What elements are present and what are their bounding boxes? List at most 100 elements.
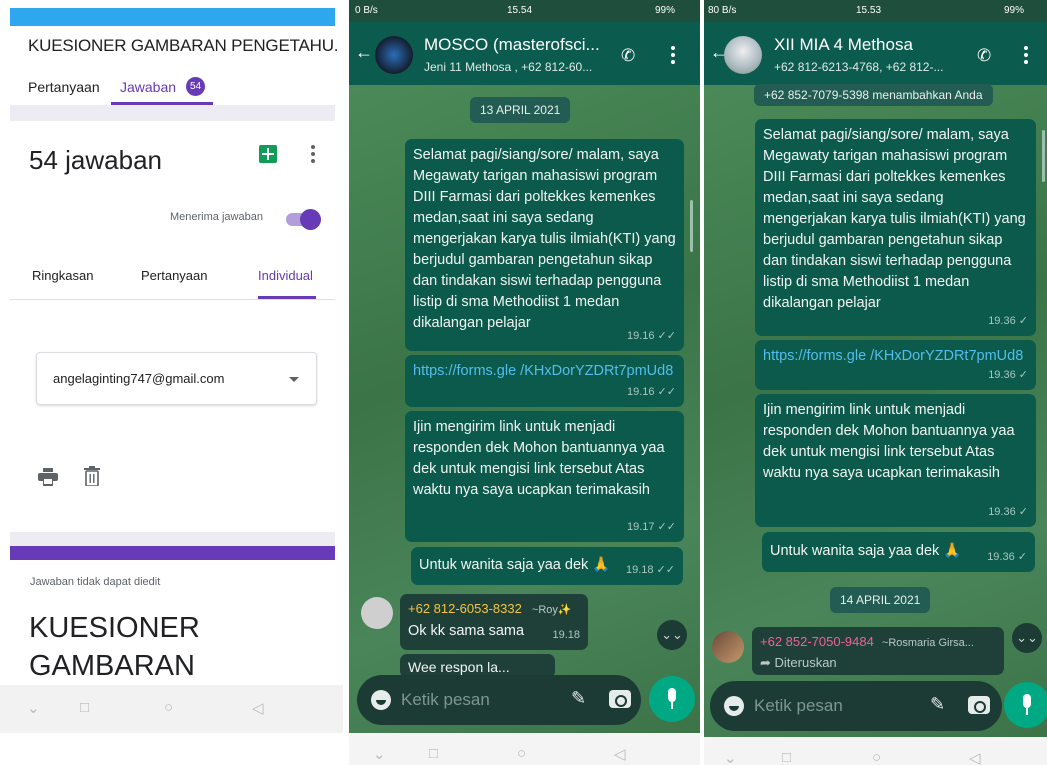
accepting-responses-toggle[interactable] — [286, 209, 321, 230]
scrollbar[interactable] — [1042, 130, 1045, 182]
sender-avatar[interactable] — [712, 631, 744, 663]
back-arrow-icon[interactable]: ← — [355, 42, 373, 63]
mic-icon[interactable] — [649, 676, 695, 722]
sender-phone[interactable]: +62 852-7050-9484 — [760, 634, 874, 649]
respondent-select[interactable]: angelaginting747@gmail.com — [36, 352, 317, 405]
android-nav-bar: ⌄ □ ○ ◁ — [0, 685, 343, 733]
network-speed: 80 B/s — [708, 5, 737, 16]
network-speed: 0 B/s — [355, 5, 378, 16]
status-bar: 80 B/s 15.53 99% — [704, 0, 1047, 22]
scroll-down-icon[interactable]: ⌄⌄ — [657, 620, 687, 650]
message-input[interactable]: Ketik pesan — [754, 696, 843, 716]
message-input[interactable]: Ketik pesan — [401, 690, 490, 710]
message-bubble[interactable]: Selamat pagi/siang/sore/ malam, saya Meg… — [405, 139, 684, 351]
message-bubble[interactable]: Ijin mengirim link untuk menjadi respond… — [755, 394, 1036, 527]
battery-level: 99% — [1004, 5, 1025, 16]
forwarded-label: ➦ Diteruskan — [760, 655, 837, 670]
incoming-message[interactable]: +62 852-7050-9484 ~Rosmaria Girsa... ➦ D… — [752, 627, 1004, 675]
response-card-accent — [10, 546, 335, 560]
nav-home-icon[interactable]: ○ — [517, 745, 526, 762]
form-title: KUESIONER GAMBARAN PENGETAHU. — [28, 36, 339, 55]
subtab-question[interactable]: Pertanyaan — [141, 268, 208, 283]
form-link[interactable]: https://forms.gle /KHxDorYZDRt7pmUd8 — [763, 348, 1023, 364]
forms-panel: KUESIONER GAMBARAN PENGETAHU. Pertanyaan… — [0, 0, 343, 765]
status-time: 15.54 — [507, 5, 533, 16]
scroll-down-icon[interactable]: ⌄⌄ — [1012, 623, 1042, 653]
emoji-icon[interactable] — [371, 690, 391, 710]
message-bubble-link[interactable]: https://forms.gle /KHxDorYZDRt7pmUd8 19.… — [755, 340, 1036, 390]
nav-back-icon[interactable]: ◁ — [614, 745, 626, 763]
subtab-summary[interactable]: Ringkasan — [32, 268, 93, 283]
message-composer[interactable]: Ketik pesan ✎ — [357, 675, 641, 725]
response-form-heading: KUESIONER GAMBARAN — [29, 612, 200, 682]
tab-responses[interactable]: Jawaban — [120, 79, 176, 95]
section-gap — [10, 532, 335, 546]
emoji-icon[interactable] — [724, 696, 744, 716]
subtab-individual[interactable]: Individual — [258, 268, 313, 283]
dropdown-caret-icon — [289, 377, 299, 382]
menu-icon[interactable] — [670, 46, 676, 66]
sender-avatar[interactable] — [361, 597, 393, 629]
nav-down-icon[interactable]: ⌄ — [724, 749, 737, 765]
nav-recents-icon[interactable]: □ — [80, 699, 89, 716]
section-divider — [10, 105, 335, 121]
nav-down-icon[interactable]: ⌄ — [373, 745, 386, 763]
message-composer[interactable]: Ketik pesan ✎ — [710, 681, 1002, 731]
chat-members: +62 812-6213-4768, +62 812-... — [774, 60, 944, 74]
camera-icon[interactable] — [968, 696, 990, 714]
attach-icon[interactable]: ✎ — [930, 694, 945, 715]
nav-recents-icon[interactable]: □ — [782, 749, 791, 765]
delete-icon[interactable] — [84, 466, 100, 486]
response-count: 54 jawaban — [29, 145, 162, 175]
incoming-text: Ok kk sama sama — [408, 623, 525, 639]
chat-title[interactable]: XII MIA 4 Methosa — [774, 35, 913, 55]
sender-alias: ~Rosmaria Girsa... — [881, 637, 974, 649]
status-time: 15.53 — [856, 5, 882, 16]
add-call-icon[interactable]: ✆ — [621, 46, 635, 66]
camera-icon[interactable] — [609, 690, 631, 708]
respondent-email: angelaginting747@gmail.com — [53, 371, 225, 386]
date-chip: 13 APRIL 2021 — [470, 97, 571, 123]
more-options-icon[interactable] — [309, 143, 317, 165]
scrollbar[interactable] — [690, 200, 693, 252]
battery-level: 99% — [655, 5, 676, 16]
accepting-responses-label: Menerima jawaban — [170, 211, 263, 223]
incoming-message[interactable]: +62 812-6053-8332 ~Roy✨ Ok kk sama sama … — [400, 594, 588, 650]
chat-header: ← MOSCO (masterofsci... Jeni 11 Methosa … — [349, 22, 700, 85]
responses-badge: 54 — [186, 77, 205, 96]
divider — [10, 299, 335, 300]
attach-icon[interactable]: ✎ — [571, 688, 586, 709]
message-bubble[interactable]: Ijin mengirim link untuk menjadi respond… — [405, 411, 684, 542]
message-bubble[interactable]: Untuk wanita saja yaa dek 🙏 19.18 ✓✓ — [411, 547, 683, 585]
cannot-edit-note: Jawaban tidak dapat diedit — [30, 576, 161, 588]
chat-title[interactable]: MOSCO (masterofsci... — [424, 35, 600, 55]
chat-members: Jeni 11 Methosa , +62 812-60... — [424, 60, 593, 74]
nav-home-icon[interactable]: ○ — [164, 699, 173, 716]
nav-back-icon[interactable]: ◁ — [969, 749, 981, 765]
message-bubble[interactable]: Untuk wanita saja yaa dek 🙏 19.36 ✓ — [762, 532, 1035, 572]
whatsapp-panel-class: 80 B/s 15.53 99% ← XII MIA 4 Methosa +62… — [704, 0, 1047, 765]
add-call-icon[interactable]: ✆ — [977, 46, 991, 66]
message-bubble[interactable]: Selamat pagi/siang/sore/ malam, saya Meg… — [755, 119, 1036, 336]
sheets-icon[interactable] — [259, 145, 277, 163]
group-avatar[interactable] — [724, 36, 762, 74]
form-link[interactable]: https://forms.gle /KHxDorYZDRt7pmUd8 — [413, 363, 673, 379]
sender-phone[interactable]: +62 812-6053-8332 — [408, 601, 522, 616]
mic-icon[interactable] — [1004, 682, 1047, 728]
android-nav-bar: ⌄ □ ○ ◁ — [349, 733, 700, 765]
system-message: +62 852-7079-5398 menambahkan Anda — [754, 84, 993, 106]
chat-header: ← XII MIA 4 Methosa +62 812-6213-4768, +… — [704, 22, 1047, 85]
nav-back-icon[interactable]: ◁ — [252, 699, 264, 717]
menu-icon[interactable] — [1023, 46, 1029, 66]
message-bubble-link[interactable]: https://forms.gle /KHxDorYZDRt7pmUd8 19.… — [405, 355, 684, 407]
nav-down-icon[interactable]: ⌄ — [27, 699, 40, 717]
android-nav-bar: ⌄ □ ○ ◁ — [704, 737, 1047, 765]
print-icon[interactable] — [38, 468, 58, 486]
tab-questions[interactable]: Pertanyaan — [28, 79, 100, 95]
date-chip: 14 APRIL 2021 — [830, 587, 931, 613]
group-avatar[interactable] — [375, 36, 413, 74]
sender-alias: ~Roy✨ — [531, 604, 572, 616]
nav-home-icon[interactable]: ○ — [872, 749, 881, 765]
nav-recents-icon[interactable]: □ — [429, 745, 438, 762]
top-accent-bar — [10, 8, 335, 26]
